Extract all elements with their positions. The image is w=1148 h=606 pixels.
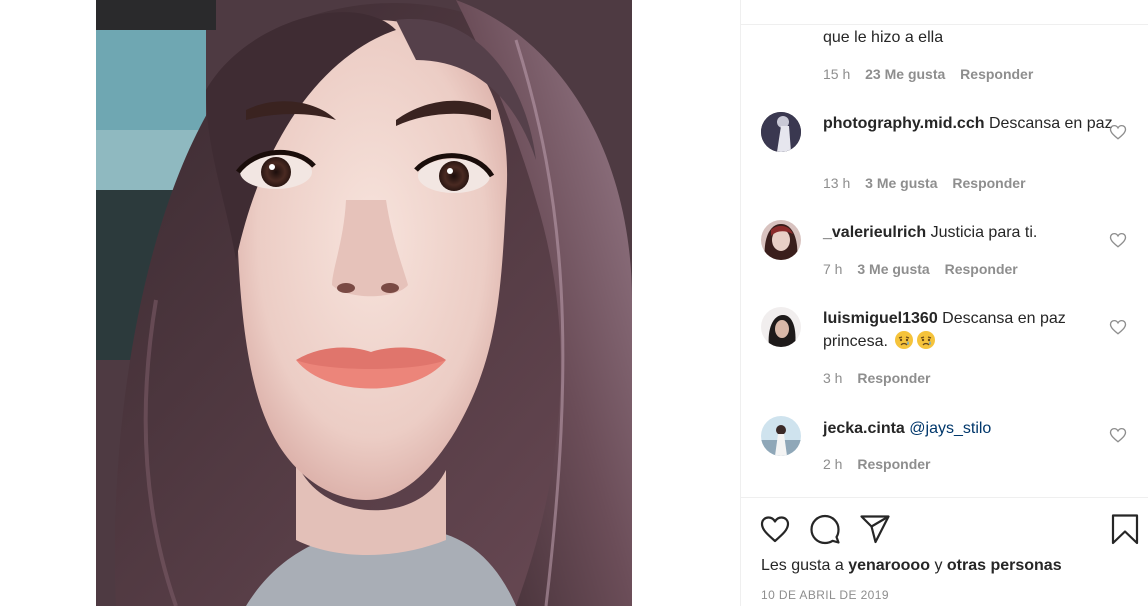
avatar-image [761, 307, 801, 347]
comment-time[interactable]: 3 h [823, 370, 842, 386]
comment-text: luismiguel1360 Descansa en paz princesa. [823, 308, 1113, 353]
comments-panel: que le hizo a ella 15 h 23 Me gusta Resp… [740, 0, 1148, 606]
comment-time[interactable]: 13 h [823, 175, 850, 191]
reply-button[interactable]: Responder [857, 370, 930, 386]
comment-username[interactable]: photography.mid.cch [823, 115, 984, 132]
comment-username[interactable]: luismiguel1360 [823, 310, 938, 327]
comment-meta: 3 h Responder [823, 370, 941, 386]
comment-text: _valerieulrich Justicia para ti. [823, 222, 1113, 244]
comment-icon[interactable] [809, 513, 841, 545]
heart-icon[interactable] [759, 513, 791, 545]
comment-text: jecka.cinta @jays_stilo [823, 418, 1113, 440]
comment-body: Descansa en paz [988, 115, 1113, 132]
other-likers-link[interactable]: otras personas [947, 557, 1062, 574]
avatar[interactable] [761, 307, 801, 347]
comment-time[interactable]: 7 h [823, 261, 842, 277]
like-comment-heart-icon[interactable] [1109, 318, 1127, 336]
avatar-image [761, 416, 801, 456]
reply-button[interactable]: Responder [960, 66, 1033, 82]
likes-summary: Les gusta a yenaroooo y otras personas [761, 557, 1062, 575]
comment-likes[interactable]: 3 Me gusta [857, 261, 929, 277]
comment-time[interactable]: 2 h [823, 456, 842, 472]
likes-prefix: Les gusta a [761, 557, 844, 574]
likes-connector: y [934, 557, 943, 574]
comment-username[interactable]: jecka.cinta [823, 420, 905, 437]
post-date[interactable]: 10 DE ABRIL DE 2019 [761, 588, 889, 602]
comment-text: photography.mid.cch Descansa en paz [823, 113, 1113, 135]
comment-text: que le hizo a ella [823, 29, 944, 46]
like-comment-heart-icon[interactable] [1109, 426, 1127, 444]
comment-mention-link[interactable]: @jays_stilo [909, 420, 991, 437]
like-comment-heart-icon[interactable] [1109, 123, 1127, 141]
share-icon[interactable] [859, 513, 891, 545]
reply-button[interactable]: Responder [952, 175, 1025, 191]
liker-username[interactable]: yenaroooo [848, 557, 930, 574]
comment-username[interactable]: _valerieulrich [823, 224, 926, 241]
comment-time[interactable]: 15 h [823, 66, 850, 82]
avatar[interactable] [761, 220, 801, 260]
bookmark-icon[interactable] [1109, 513, 1141, 545]
post-photo[interactable] [96, 0, 632, 606]
like-comment-heart-icon[interactable] [1109, 231, 1127, 249]
comment-meta: 2 h Responder [823, 456, 941, 472]
portrait-illustration [96, 0, 632, 606]
reply-button[interactable]: Responder [857, 456, 930, 472]
avatar[interactable] [761, 112, 801, 152]
comment-body: Justicia para ti. [930, 224, 1038, 241]
avatar-image [761, 220, 801, 260]
divider [741, 497, 1148, 498]
comment-meta: 7 h 3 Me gusta Responder [823, 261, 1029, 277]
comment-meta: 13 h 3 Me gusta Responder [823, 175, 1037, 191]
comment-likes[interactable]: 3 Me gusta [865, 175, 937, 191]
crying-face-icon [895, 331, 914, 349]
divider [741, 24, 1148, 25]
crying-face-icon [917, 331, 936, 349]
avatar-image [761, 112, 801, 152]
comment-meta: 15 h 23 Me gusta Responder [823, 66, 1044, 82]
comment-likes[interactable]: 23 Me gusta [865, 66, 945, 82]
avatar[interactable] [761, 416, 801, 456]
reply-button[interactable]: Responder [945, 261, 1018, 277]
